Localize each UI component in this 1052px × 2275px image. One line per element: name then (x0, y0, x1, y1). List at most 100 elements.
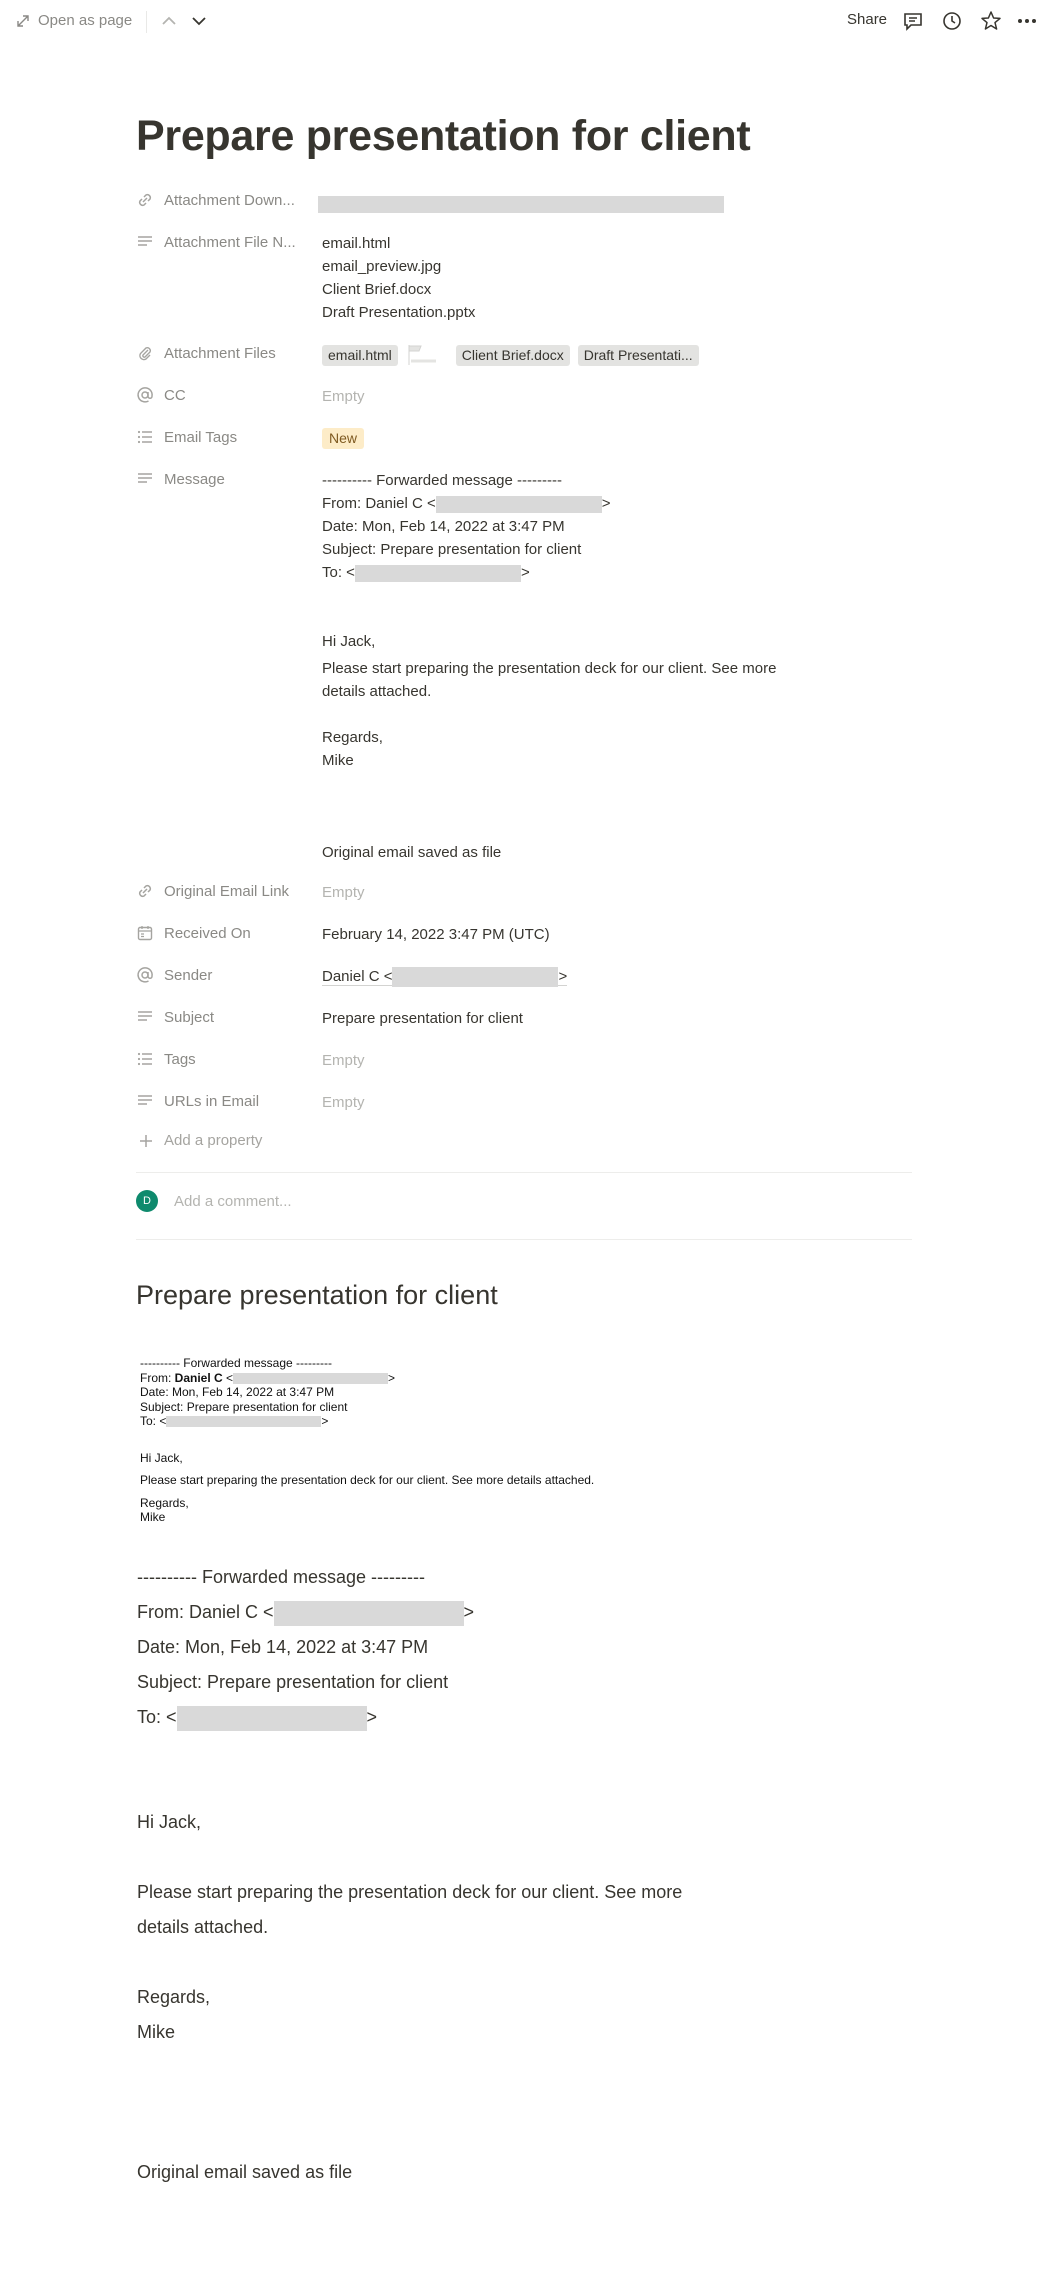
property-label: Email Tags (164, 428, 238, 446)
angle-open: < (222, 1370, 234, 1385)
preview-regards: Regards, (140, 1495, 189, 1510)
property-label: URLs in Email (164, 1092, 260, 1110)
preview-from-name: Daniel C (174, 1370, 223, 1385)
calendar-icon (137, 926, 153, 941)
property-label: Message (164, 470, 225, 488)
share-button[interactable]: Share (847, 11, 887, 28)
file-chip[interactable]: email.html (322, 344, 398, 366)
message-to: To: < > (322, 561, 922, 584)
body-text: details attached. (137, 1917, 269, 1937)
body-from-label: From: Daniel C < (137, 1602, 274, 1622)
property-label: CC (164, 386, 186, 404)
file-name: email_preview.jpg (322, 258, 442, 275)
chevron-down-icon[interactable] (188, 10, 210, 32)
body-date: Date: Mon, Feb 14, 2022 at 3:47 PM (137, 1637, 429, 1657)
preview-line: ---------- Forwarded message --------- (140, 1356, 332, 1370)
preview-body: Please start preparing the presentation … (140, 1473, 595, 1487)
redacted-email (273, 1600, 464, 1626)
body-to: To: < > (137, 1700, 837, 1735)
message-line: ---------- Forwarded message --------- (322, 472, 562, 489)
sender-name: Daniel C < (322, 968, 393, 985)
chevron-up-icon[interactable] (158, 10, 180, 32)
redacted-email (166, 1416, 322, 1428)
open-as-page-label: Open as page (38, 12, 133, 29)
file-chip[interactable]: Client Brief.docx (455, 344, 570, 366)
at-sign-icon (137, 387, 153, 403)
property-label: Attachment File N... (164, 233, 296, 251)
message-footer: Original email saved as file (322, 844, 502, 861)
property-value: Empty (322, 388, 365, 405)
preview-to-label: To: < (140, 1414, 167, 1428)
redacted-email (354, 564, 521, 582)
preview-signature: Mike (140, 1510, 166, 1524)
property-value: Empty (322, 884, 365, 901)
body-regards: Regards, (137, 1987, 211, 2007)
clock-icon[interactable] (940, 9, 964, 33)
page-title[interactable]: Prepare presentation for client (136, 112, 751, 161)
preview-from-label: From: (140, 1370, 175, 1385)
body-signature: Mike (137, 2022, 176, 2042)
top-bar: Open as page Share (0, 0, 1052, 44)
message-from: From: Daniel C < > (322, 492, 922, 515)
divider (136, 1172, 912, 1173)
property-label: Received On (164, 924, 251, 942)
list-icon (137, 430, 152, 444)
avatar: D (136, 1190, 158, 1212)
file-name: email.html (322, 235, 391, 252)
body-from: From: Daniel C < > (137, 1595, 837, 1630)
redacted-email (233, 1372, 389, 1384)
toolbar-divider (146, 11, 147, 33)
property-label: Original Email Link (164, 882, 290, 900)
message-signature: Mike (322, 752, 354, 769)
comment-input[interactable]: Add a comment... (174, 1193, 292, 1210)
preview-subject: Subject: Prepare presentation for client (140, 1399, 348, 1414)
link-icon (138, 884, 152, 898)
image-thumbnail-icon[interactable] (406, 343, 440, 367)
plus-icon (140, 1134, 152, 1147)
property-value: February 14, 2022 3:47 PM (UTC) (322, 926, 550, 943)
link-icon (138, 193, 152, 207)
expand-diagonal-icon (17, 14, 29, 27)
page-body: ---------- Forwarded message --------- F… (137, 1560, 837, 2190)
tag-new[interactable]: New (322, 428, 365, 449)
star-icon[interactable] (979, 9, 1003, 33)
file-name: Draft Presentation.pptx (322, 304, 476, 321)
preview-date: Date: Mon, Feb 14, 2022 at 3:47 PM (140, 1385, 335, 1399)
property-label: Attachment Files (164, 344, 276, 362)
redacted-email (392, 967, 559, 988)
body-footer: Original email saved as file (137, 2162, 353, 2182)
file-name: Client Brief.docx (322, 281, 432, 298)
text-lines-icon (138, 1095, 152, 1105)
redacted-email (176, 1705, 367, 1731)
body-text: Please start preparing the presentation … (137, 1882, 683, 1902)
angle-close: > (388, 1370, 396, 1385)
add-property-button[interactable]: Add a property (138, 1132, 262, 1149)
text-lines-icon (138, 1011, 152, 1021)
preview-from: From: Daniel C < > (140, 1371, 840, 1386)
preview-greeting: Hi Jack, (140, 1450, 183, 1465)
property-value: Prepare presentation for client (322, 1010, 523, 1027)
angle-close: > (321, 1414, 329, 1428)
message-subject: Subject: Prepare presentation for client (322, 541, 582, 558)
property-label: Sender (164, 966, 213, 984)
text-lines-icon (138, 473, 152, 483)
file-chip[interactable]: Draft Presentati... (577, 344, 699, 366)
list-icon (137, 1052, 152, 1066)
body-line: ---------- Forwarded message --------- (137, 1567, 425, 1587)
message-body: Please start preparing the presentation … (322, 660, 777, 700)
body-to-label: To: < (137, 1707, 177, 1727)
property-value: Empty (322, 1094, 365, 1111)
sender-value[interactable]: Daniel C < > (322, 967, 568, 988)
property-value: Empty (322, 1052, 365, 1069)
angle-close: > (463, 1602, 475, 1622)
comment-icon[interactable] (901, 9, 925, 33)
angle-close: > (520, 564, 530, 581)
angle-close: > (558, 968, 568, 985)
body-greeting: Hi Jack, (137, 1812, 202, 1832)
add-property-label: Add a property (164, 1132, 263, 1149)
property-label: Subject (164, 1008, 215, 1026)
angle-close: > (601, 495, 611, 512)
message-greeting: Hi Jack, (322, 633, 376, 650)
open-as-page-button[interactable]: Open as page (16, 12, 132, 29)
more-icon[interactable] (1015, 9, 1039, 33)
